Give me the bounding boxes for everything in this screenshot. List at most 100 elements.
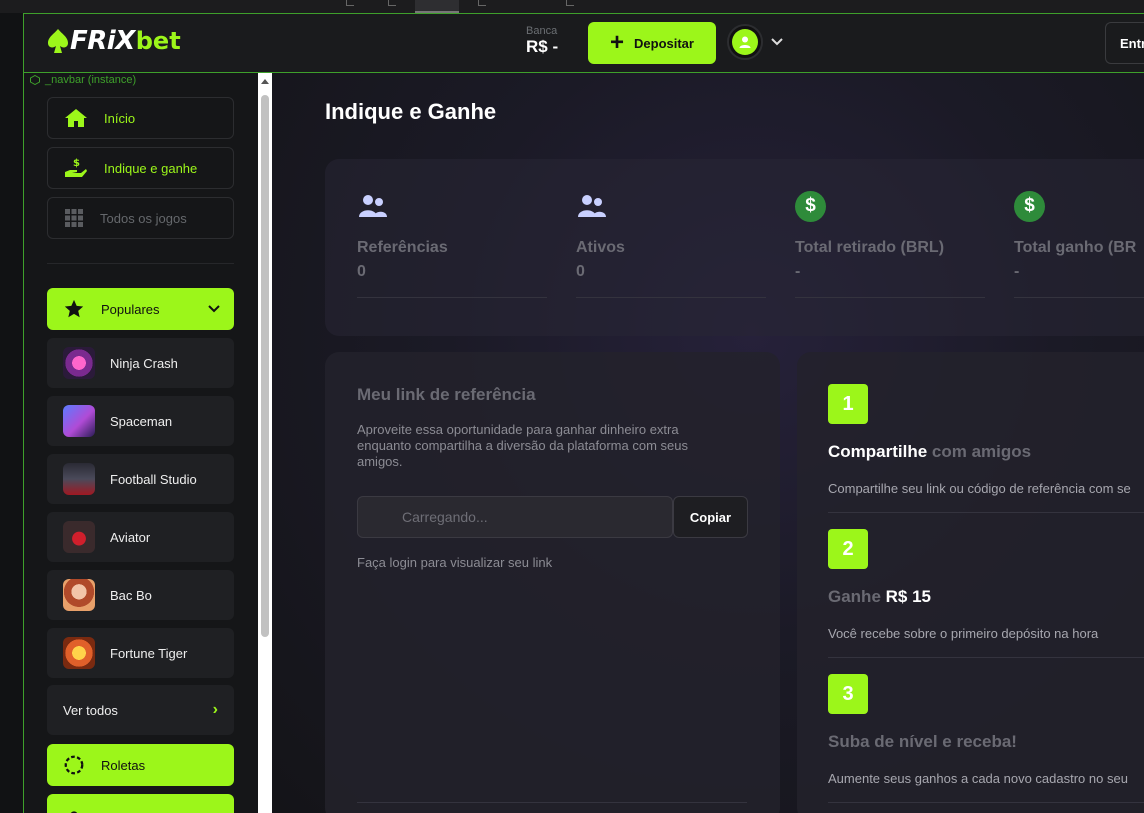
browser-toolbar-strip bbox=[0, 0, 1144, 13]
balance-value: R$ - bbox=[526, 37, 559, 56]
popular-toggle[interactable]: Populares bbox=[47, 288, 234, 330]
spaceman-thumb bbox=[63, 405, 95, 437]
main-content: Indique e Ganhe Referências 0 Ativos 0 $… bbox=[272, 73, 1144, 813]
spade-icon bbox=[48, 29, 68, 53]
login-button[interactable]: Entr bbox=[1105, 22, 1144, 64]
step-description: Você recebe sobre o primeiro depósito na… bbox=[828, 626, 1099, 641]
bac-bo-thumb bbox=[63, 579, 95, 611]
step-1: 1 Compartilhe com amigos Compartilhe seu… bbox=[828, 384, 1144, 513]
logo[interactable]: FRiX bet bbox=[46, 26, 181, 56]
roulettes-button[interactable]: Roletas bbox=[47, 744, 234, 786]
game-label: Ninja Crash bbox=[110, 355, 178, 371]
game-item-football-studio[interactable]: Football Studio bbox=[47, 454, 234, 504]
stat-label: Ativos bbox=[576, 239, 625, 256]
step-3: 3 Suba de nível e receba! Aumente seus g… bbox=[828, 674, 1144, 803]
sidebar-scrollbar[interactable] bbox=[258, 73, 272, 813]
see-all-label: Ver todos bbox=[63, 702, 118, 718]
step-number: 2 bbox=[828, 529, 868, 569]
popular-label: Populares bbox=[101, 301, 160, 317]
devtools-instance-label: _navbar (instance) bbox=[30, 74, 136, 86]
scrollbar-thumb[interactable] bbox=[261, 95, 269, 637]
game-item-ninja-crash[interactable]: Ninja Crash bbox=[47, 338, 234, 388]
stat-value: 0 bbox=[576, 263, 585, 280]
roulette-icon bbox=[64, 755, 84, 775]
game-item-spaceman[interactable]: Spaceman bbox=[47, 396, 234, 446]
dollar-icon: $ bbox=[1014, 190, 1045, 222]
game-label: Bac Bo bbox=[110, 587, 152, 603]
referral-title: Meu link de referência bbox=[357, 385, 536, 404]
steps-card: 1 Compartilhe com amigos Compartilhe seu… bbox=[797, 352, 1144, 813]
copy-button[interactable]: Copiar bbox=[673, 496, 748, 538]
chevron-down-icon[interactable] bbox=[771, 38, 783, 46]
toolbar-tick bbox=[388, 0, 396, 6]
page-title: Indique e Ganhe bbox=[325, 99, 497, 124]
sidebar-item-label: Indique e ganhe bbox=[104, 160, 198, 176]
plus-icon: + bbox=[610, 29, 625, 56]
deposit-label: Depositar bbox=[634, 35, 694, 51]
divider bbox=[47, 263, 234, 264]
sidebar-item-next[interactable] bbox=[47, 794, 234, 813]
svg-text:$: $ bbox=[73, 158, 80, 169]
referral-description: Aproveite essa oportunidade para ganhar … bbox=[357, 422, 688, 469]
scroll-up-icon[interactable] bbox=[261, 79, 269, 84]
game-label: Aviator bbox=[110, 529, 151, 545]
fortune-tiger-thumb bbox=[63, 637, 95, 669]
step-number: 3 bbox=[828, 674, 868, 714]
avatar[interactable] bbox=[727, 24, 763, 60]
toolbar-active-tab[interactable] bbox=[415, 0, 459, 13]
sidebar-item-label: Início bbox=[104, 110, 136, 126]
see-all-games-button[interactable]: Ver todos › bbox=[47, 685, 234, 735]
sidebar: Início $ Indique e ganhe Todos os jogos … bbox=[23, 73, 258, 813]
dollar-icon: $ bbox=[795, 190, 826, 222]
referral-link-card: Meu link de referência Aproveite essa op… bbox=[325, 352, 780, 813]
chevron-right-icon: › bbox=[212, 701, 218, 718]
ninja-crash-thumb bbox=[63, 347, 95, 379]
deposit-button[interactable]: + Depositar bbox=[588, 22, 716, 64]
stat-value: - bbox=[795, 263, 801, 280]
game-label: Football Studio bbox=[110, 471, 197, 487]
stat-referrals: Referências 0 bbox=[357, 191, 557, 298]
devtools-label-text: _navbar (instance) bbox=[45, 74, 137, 86]
toolbar-tick bbox=[346, 0, 354, 6]
stat-label: Total ganho (BR bbox=[1014, 239, 1137, 256]
referral-link-input[interactable]: Carregando... bbox=[357, 496, 673, 538]
stat-label: Referências bbox=[357, 239, 448, 256]
toolbar-tick bbox=[478, 0, 486, 6]
game-label: Spaceman bbox=[110, 413, 173, 429]
home-icon bbox=[65, 109, 87, 127]
stat-label: Total retirado (BRL) bbox=[795, 239, 945, 256]
login-message: Faça login para visualizar seu link bbox=[357, 555, 553, 570]
sidebar-item-home[interactable]: Início bbox=[47, 97, 234, 139]
users-icon bbox=[578, 195, 606, 217]
component-icon bbox=[30, 75, 40, 85]
football-studio-thumb bbox=[63, 463, 95, 495]
grid-icon bbox=[65, 209, 83, 227]
step-description: Compartilhe seu link ou código de referê… bbox=[828, 481, 1131, 496]
stat-active: Ativos 0 bbox=[576, 191, 776, 298]
toolbar-tick bbox=[566, 0, 574, 6]
user-menu[interactable] bbox=[727, 24, 783, 60]
game-item-fortune-tiger[interactable]: Fortune Tiger bbox=[47, 628, 234, 678]
step-heading: Suba de nível e receba! bbox=[828, 732, 1017, 751]
stats-panel: Referências 0 Ativos 0 $ Total retirado … bbox=[325, 159, 1144, 336]
balance-label: Banca bbox=[526, 25, 558, 37]
roulettes-label: Roletas bbox=[101, 757, 146, 773]
chevron-down-icon bbox=[208, 305, 220, 313]
logo-subtext: bet bbox=[135, 27, 181, 55]
user-icon bbox=[739, 36, 751, 48]
stat-total-withdrawn: $ Total retirado (BRL) - bbox=[795, 190, 995, 298]
divider bbox=[357, 802, 747, 803]
game-item-bac-bo[interactable]: Bac Bo bbox=[47, 570, 234, 620]
stat-value: - bbox=[1014, 263, 1020, 280]
sidebar-item-all-games[interactable]: Todos os jogos bbox=[47, 197, 234, 239]
step-description: Aumente seus ganhos a cada novo cadastro… bbox=[828, 771, 1128, 786]
step-2: 2 Ganhe R$ 15 Você recebe sobre o primei… bbox=[828, 529, 1144, 658]
game-item-aviator[interactable]: Aviator bbox=[47, 512, 234, 562]
aviator-thumb bbox=[63, 521, 95, 553]
sidebar-item-referral[interactable]: $ Indique e ganhe bbox=[47, 147, 234, 189]
referral-icon: $ bbox=[65, 158, 87, 177]
stat-value: 0 bbox=[357, 263, 366, 280]
step-heading: Ganhe R$ 15 bbox=[828, 587, 931, 606]
sidebar-item-label: Todos os jogos bbox=[100, 210, 187, 226]
game-label: Fortune Tiger bbox=[110, 645, 188, 661]
